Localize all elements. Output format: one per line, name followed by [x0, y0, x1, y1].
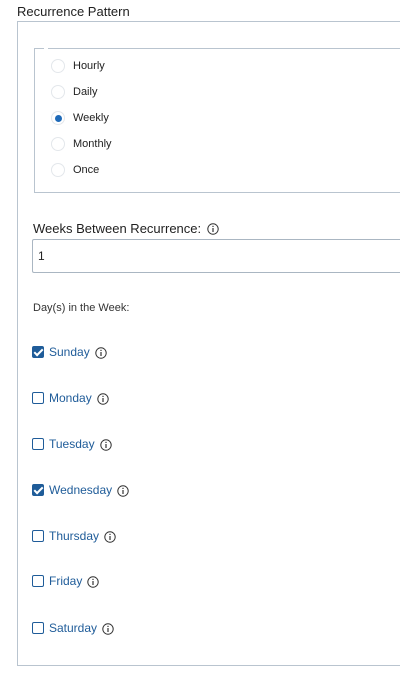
info-icon[interactable] [102, 622, 114, 635]
day-option-wednesday[interactable]: Wednesday [32, 482, 129, 498]
checkbox[interactable] [32, 622, 44, 634]
radio-label: Daily [73, 86, 98, 98]
weeks-between-label-text: Weeks Between Recurrence: [33, 221, 202, 236]
day-option-sunday[interactable]: Sunday [32, 344, 107, 360]
radio-option-once[interactable]: Once [51, 160, 99, 180]
day-option-tuesday[interactable]: Tuesday [32, 436, 112, 452]
info-icon[interactable] [207, 222, 219, 235]
day-option-thursday[interactable]: Thursday [32, 528, 116, 544]
radio-label: Once [73, 164, 100, 176]
checkbox[interactable] [32, 346, 44, 358]
checkbox[interactable] [32, 392, 44, 404]
info-icon[interactable] [104, 530, 116, 543]
radio-button[interactable] [51, 137, 65, 151]
radio-label: Hourly [73, 60, 105, 72]
day-option-friday[interactable]: Friday [32, 573, 100, 589]
radio-button[interactable] [51, 163, 65, 177]
day-label: Sunday [49, 345, 90, 359]
info-icon[interactable] [87, 575, 100, 588]
radio-label: Weekly [73, 112, 109, 124]
recurrence-pattern-group: Hourly Daily Weekly Monthly Once [34, 47, 400, 193]
day-label: Tuesday [49, 437, 95, 451]
day-option-saturday[interactable]: Saturday [32, 620, 114, 636]
radio-option-monthly[interactable]: Monthly [51, 134, 112, 154]
info-icon[interactable] [95, 346, 107, 359]
day-label: Monday [49, 391, 92, 405]
checkbox[interactable] [32, 530, 44, 542]
day-option-monday[interactable]: Monday [32, 390, 109, 406]
radio-label: Monthly [73, 138, 112, 150]
day-label: Thursday [49, 529, 100, 543]
radio-button[interactable] [51, 111, 65, 125]
section-title: Recurrence Pattern [17, 4, 130, 19]
radio-option-hourly[interactable]: Hourly [51, 56, 105, 76]
weeks-between-label: Weeks Between Recurrence: [33, 221, 219, 236]
checkbox[interactable] [32, 575, 44, 587]
weeks-between-input[interactable] [32, 239, 400, 273]
radio-option-daily[interactable]: Daily [51, 82, 97, 102]
day-label: Saturday [49, 621, 98, 635]
info-icon[interactable] [117, 484, 129, 497]
radio-button[interactable] [51, 59, 65, 73]
day-label: Friday [49, 574, 83, 588]
radio-button[interactable] [51, 85, 65, 99]
checkbox[interactable] [32, 484, 44, 496]
info-icon[interactable] [99, 438, 112, 451]
radio-option-weekly[interactable]: Weekly [51, 108, 109, 128]
day-label: Wednesday [49, 483, 113, 497]
checkbox[interactable] [32, 438, 44, 450]
days-in-week-label: Day(s) in the Week: [33, 302, 130, 314]
info-icon[interactable] [97, 392, 109, 405]
